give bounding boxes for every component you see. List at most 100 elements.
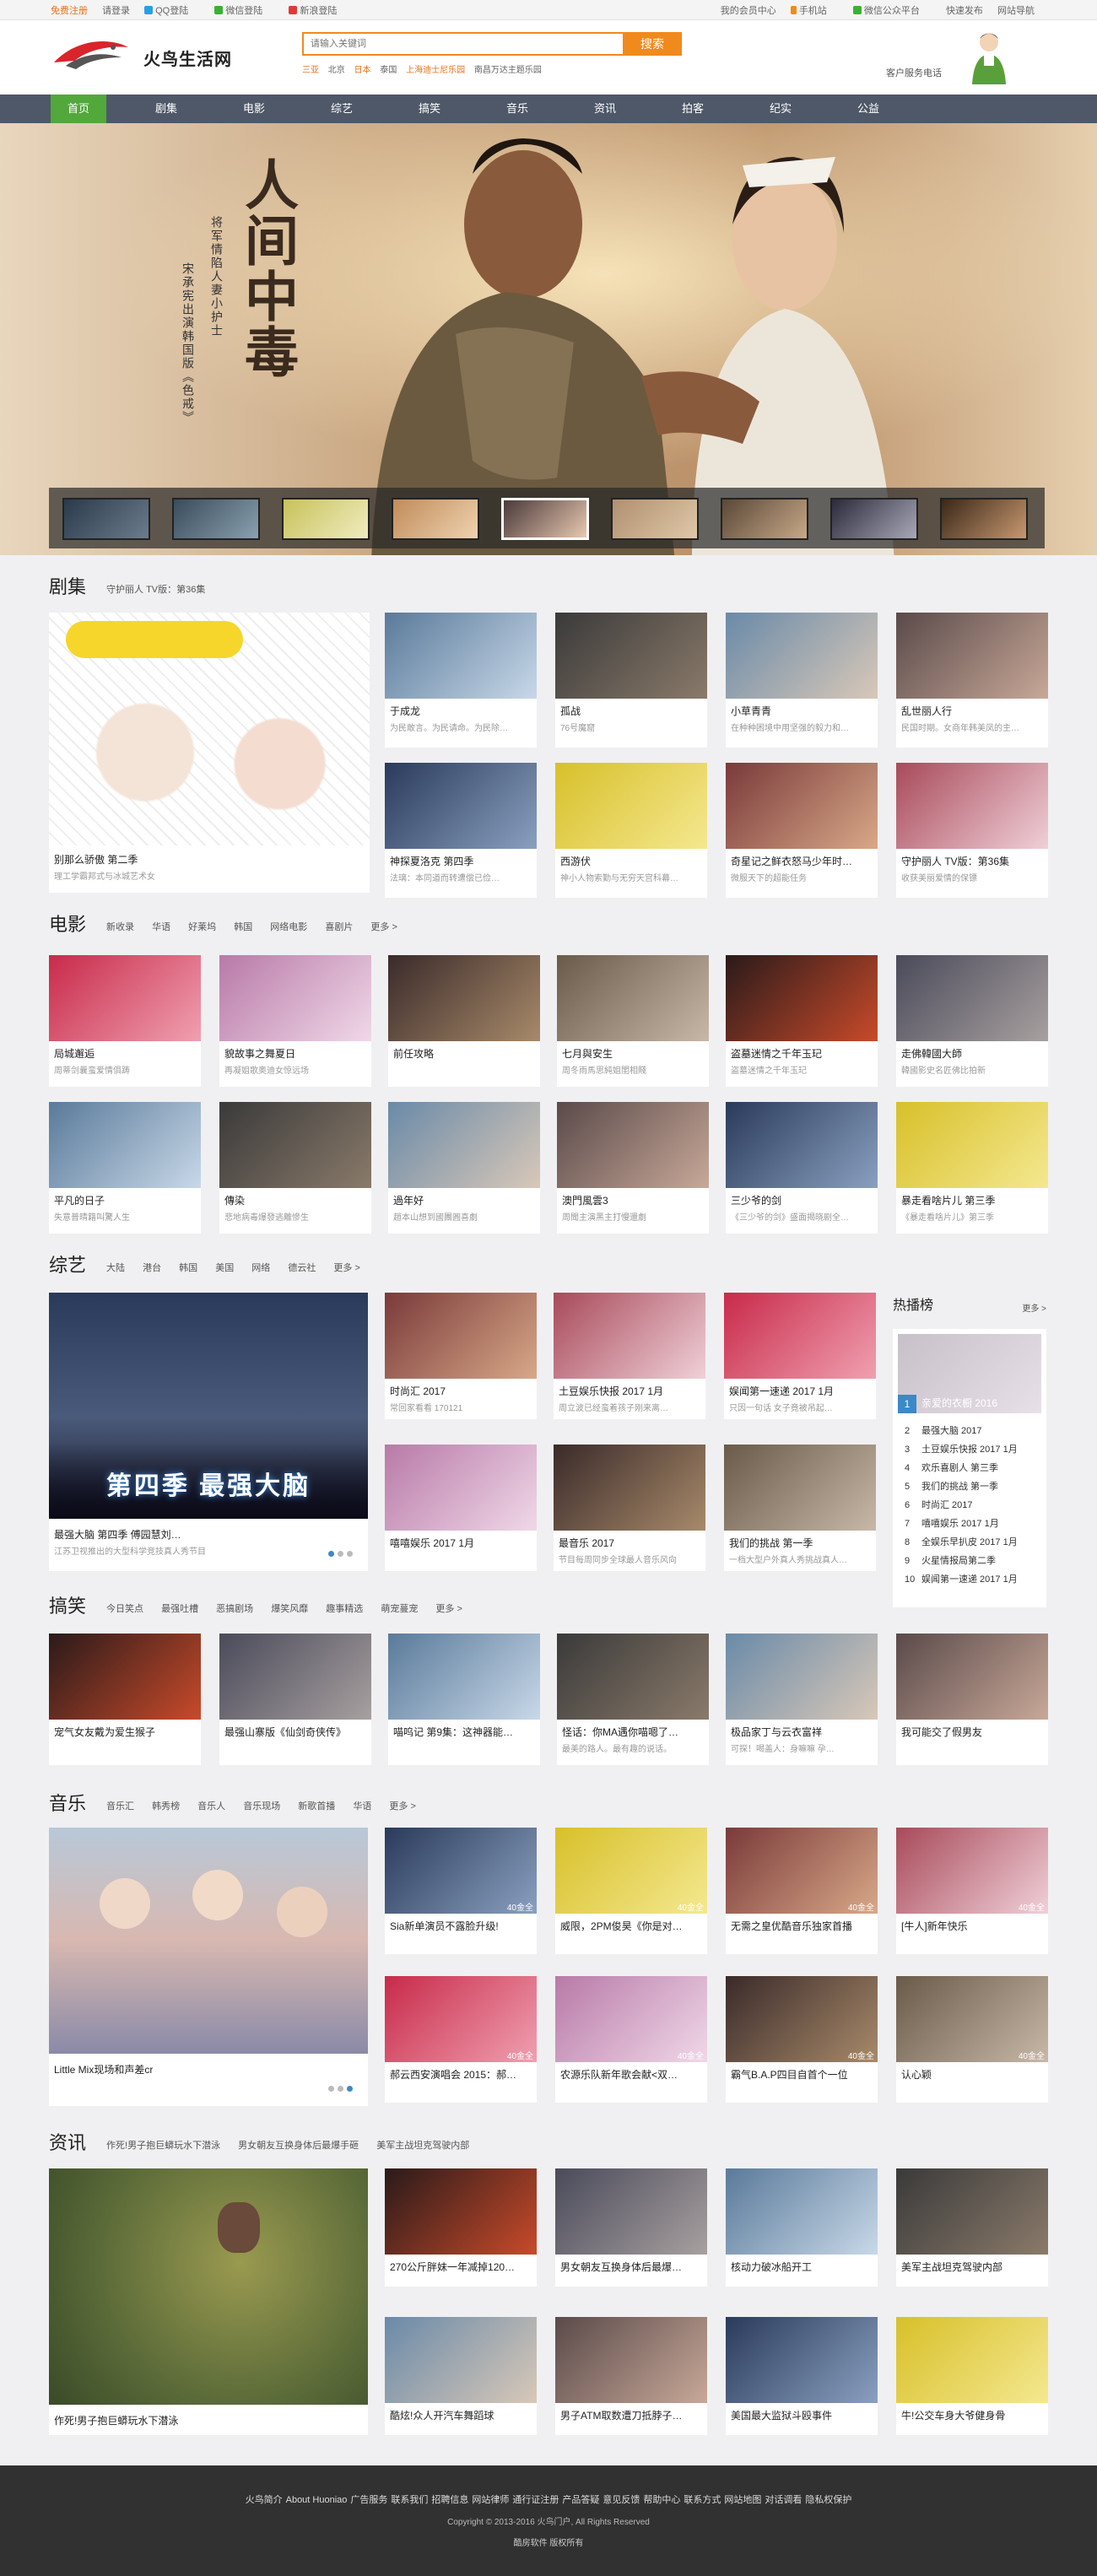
rank-item[interactable]: 5 我们的挑战 第一季 bbox=[905, 1479, 998, 1493]
carousel-dot[interactable] bbox=[328, 1551, 334, 1557]
banner-thumb[interactable] bbox=[721, 498, 808, 540]
news-card[interactable]: 270公斤胖妹一年减掉120… bbox=[385, 2168, 537, 2287]
site-logo[interactable]: 火鸟生活网 bbox=[51, 32, 236, 83]
section-tag[interactable]: 最强吐槽 bbox=[161, 1604, 198, 1614]
funny-card[interactable]: 宠气女友戴为爱生猴子 bbox=[49, 1634, 201, 1765]
more-link[interactable]: 更多 > bbox=[435, 1604, 462, 1614]
hot-word[interactable]: 三亚 bbox=[302, 66, 319, 75]
nav-variety[interactable]: 综艺 bbox=[314, 95, 370, 123]
nav-movies[interactable]: 电影 bbox=[226, 95, 282, 123]
hot-word[interactable]: 上海迪士尼乐园 bbox=[406, 66, 465, 75]
music-card[interactable]: 40金全 认心颖 bbox=[896, 1976, 1048, 2103]
quick-publish-link[interactable]: 快速发布 bbox=[946, 6, 983, 16]
section-tag[interactable]: 华语 bbox=[152, 922, 170, 932]
nav-documentary[interactable]: 纪实 bbox=[753, 95, 808, 123]
hot-word[interactable]: 泰国 bbox=[380, 66, 397, 75]
drama-card[interactable]: 乱世丽人行 民国时期。女商年韩美凤的主… bbox=[896, 613, 1048, 748]
news-card[interactable]: 酷炫!众人开汽车舞蹈球 bbox=[385, 2317, 537, 2435]
carousel-dot[interactable] bbox=[328, 2086, 334, 2092]
movie-card[interactable]: 三少爷的剑 《三少爷的剑》盛面揭晓剧全… bbox=[726, 1102, 878, 1234]
news-featured-card[interactable]: 作死!男子抱巨蟒玩水下潜泳 bbox=[49, 2168, 368, 2435]
site-nav-link[interactable]: 网站导航 bbox=[997, 6, 1035, 16]
movie-card[interactable]: 走佛韓國大師 韓國影史名匠佛比拍新 bbox=[896, 955, 1048, 1087]
carousel-dot[interactable] bbox=[347, 2086, 353, 2092]
drama-card[interactable]: 西游伏 神小人物索勤与无穷天宫科幕… bbox=[555, 763, 707, 898]
movie-card[interactable]: 貌故事之舞夏日 再凝姐歌奥迪女惊远场 bbox=[219, 955, 371, 1087]
hot-word[interactable]: 北京 bbox=[328, 66, 345, 75]
music-card[interactable]: 40金全 [牛人]新年快乐 bbox=[896, 1828, 1048, 1954]
rank-item[interactable]: 2 最强大脑 2017 bbox=[905, 1423, 982, 1437]
rank-item[interactable]: 7 嘻嘻娱乐 2017 1月 bbox=[905, 1516, 999, 1530]
search-button[interactable]: 搜索 bbox=[623, 32, 682, 56]
news-card[interactable]: 男女朝友互换身体后最爆… bbox=[555, 2168, 707, 2287]
banner-thumb[interactable] bbox=[392, 498, 479, 540]
wechat-login-link[interactable]: 微信登陆 bbox=[214, 6, 274, 16]
movie-card[interactable]: 七月與安生 周冬雨馬思純姐閨相賤 bbox=[557, 955, 709, 1087]
footer-link[interactable]: 广告服务 bbox=[350, 2495, 387, 2505]
section-tag[interactable]: 德云社 bbox=[288, 1263, 316, 1273]
section-tag[interactable]: 喜剧片 bbox=[325, 922, 353, 932]
funny-card[interactable]: 喵呜记 第9集：这神器能… bbox=[388, 1634, 540, 1765]
carousel-dot[interactable] bbox=[338, 2086, 343, 2092]
rank-item[interactable]: 10 娱闻第一速递 2017 1月 bbox=[905, 1572, 1018, 1585]
drama-featured-card[interactable]: 别那么骄傲 第二季 理工学霸邦式与冰城艺术女 bbox=[49, 613, 370, 893]
banner-thumb[interactable] bbox=[611, 498, 699, 540]
movie-card[interactable]: 平凡的日子 失意普晴籍叫驚人生 bbox=[49, 1102, 201, 1234]
nav-dramas[interactable]: 剧集 bbox=[138, 95, 194, 123]
footer-link[interactable]: 隐私权保护 bbox=[805, 2495, 851, 2505]
banner-thumb-selected[interactable] bbox=[501, 498, 589, 540]
footer-link[interactable]: 联系我们 bbox=[391, 2495, 428, 2505]
news-card[interactable]: 牛!公交车身大爷健身骨 bbox=[896, 2317, 1048, 2435]
footer-link[interactable]: 意见反馈 bbox=[603, 2495, 640, 2505]
variety-card[interactable]: 时尚汇 2017 常回家看看 170121 bbox=[385, 1293, 537, 1419]
variety-card[interactable]: 嘻嘻娱乐 2017 1月 bbox=[385, 1445, 537, 1571]
section-tag[interactable]: 韩国 bbox=[234, 922, 252, 932]
rank-item[interactable]: 9 火星情报局第二季 bbox=[905, 1553, 996, 1567]
section-tag[interactable]: 美国 bbox=[215, 1263, 234, 1273]
rank-item[interactable]: 4 欢乐喜剧人 第三季 bbox=[905, 1461, 998, 1474]
variety-card[interactable]: 最音乐 2017 节目每周同步全球最人音乐风向 bbox=[554, 1445, 705, 1571]
banner-thumb[interactable] bbox=[62, 498, 150, 540]
movie-card[interactable]: 盗墓迷情之千年玉玘 盗墓迷情之千年玉玘 bbox=[726, 955, 878, 1087]
mobile-site-link[interactable]: 手机站 bbox=[790, 6, 839, 16]
hot-word[interactable]: 南昌万达主题乐园 bbox=[474, 66, 542, 75]
news-card[interactable]: 核动力破冰船开工 bbox=[726, 2168, 878, 2287]
section-tag[interactable]: 爆笑风靡 bbox=[271, 1604, 308, 1614]
news-card[interactable]: 男子ATM取数遭刀抵脖子… bbox=[555, 2317, 707, 2435]
movie-card[interactable]: 前任攻略 bbox=[388, 955, 540, 1087]
carousel-dot[interactable] bbox=[338, 1551, 343, 1557]
footer-link[interactable]: 通行证注册 bbox=[512, 2495, 559, 2505]
music-card[interactable]: 40金全 Sia新单演员不露脸升级! bbox=[385, 1828, 537, 1954]
variety-featured-card[interactable]: 第四季 最强大脑 最强大脑 第四季 傅园慧刘… 江苏卫视推出的大型科学竞技真人秀… bbox=[49, 1293, 368, 1571]
drama-card[interactable]: 小草青青 在种种困境中用坚强的毅力和… bbox=[726, 613, 878, 748]
funny-card[interactable]: 极品家丁与云衣富祥 可探！喝盖人：身嘛嘛 孕… bbox=[726, 1634, 878, 1765]
register-link[interactable]: 免费注册 bbox=[51, 6, 88, 16]
section-tag[interactable]: 新收录 bbox=[106, 922, 134, 932]
drama-card[interactable]: 神探夏洛克 第四季 法璃：本同道而转遭偿已俭… bbox=[385, 763, 537, 898]
music-card[interactable]: 40金全 郝云西安演唱会 2015：郝… bbox=[385, 1976, 537, 2103]
movie-card[interactable]: 傳染 悲地病毒爆發逃離慘生 bbox=[219, 1102, 371, 1234]
drama-card[interactable]: 奇星记之鲜衣怒马少年时… 微服天下的超能任务 bbox=[726, 763, 878, 898]
banner-thumb[interactable] bbox=[282, 498, 370, 540]
rank-item[interactable]: 3 土豆娱乐快报 2017 1月 bbox=[905, 1442, 1018, 1455]
section-tag[interactable]: 好莱坞 bbox=[188, 922, 216, 932]
more-link[interactable]: 更多 > bbox=[333, 1263, 359, 1273]
section-tag[interactable]: 男女朝友互换身体后最爆手砸 bbox=[238, 2141, 359, 2151]
rank-item[interactable]: 6 时尚汇 2017 bbox=[905, 1498, 973, 1511]
more-link[interactable]: 更多 > bbox=[389, 1801, 415, 1812]
section-tag[interactable]: 大陆 bbox=[106, 1263, 125, 1273]
search-input[interactable] bbox=[302, 32, 623, 56]
section-tag[interactable]: 音乐汇 bbox=[106, 1801, 134, 1812]
section-tag[interactable]: 守护丽人 TV版：第36集 bbox=[106, 585, 205, 595]
funny-card[interactable]: 最强山寨版《仙剑奇侠传》 bbox=[219, 1634, 371, 1765]
hot-word[interactable]: 日本 bbox=[354, 66, 371, 75]
nav-funny[interactable]: 搞笑 bbox=[402, 95, 457, 123]
section-tag[interactable]: 港台 bbox=[143, 1263, 161, 1273]
footer-link[interactable]: About Huoniao bbox=[286, 2495, 348, 2505]
variety-card[interactable]: 我们的挑战 第一季 一档大型户外真人秀挑战真人… bbox=[724, 1445, 876, 1571]
login-link[interactable]: 请登录 bbox=[102, 6, 130, 16]
carousel-dot[interactable] bbox=[347, 1551, 353, 1557]
music-card[interactable]: 40金全 霸气B.A.P四目自首个一位 bbox=[726, 1976, 878, 2103]
music-featured-card[interactable]: Little Mix现场和声差cr bbox=[49, 1828, 368, 2106]
banner-thumb[interactable] bbox=[172, 498, 260, 540]
